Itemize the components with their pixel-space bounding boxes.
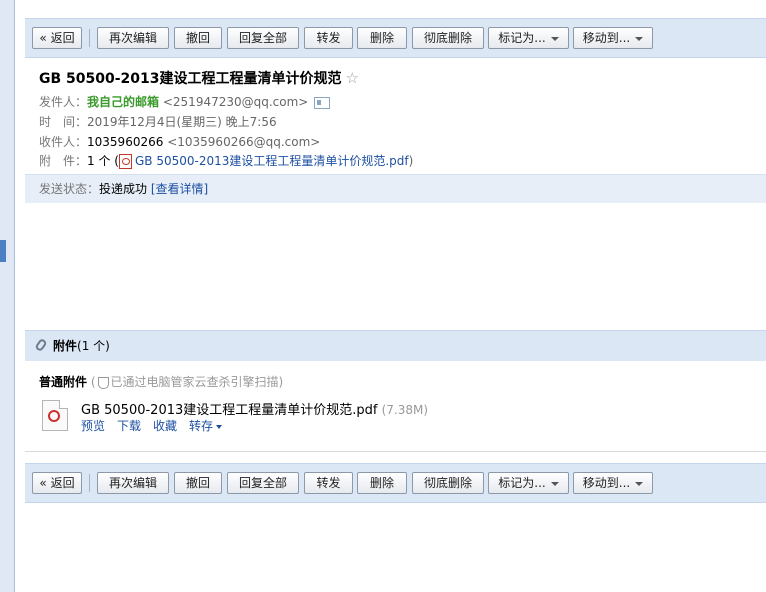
file-name-text: GB 50500-2013建设工程工程量清单计价规范.pdf xyxy=(81,403,378,418)
forward-button[interactable]: 转发 xyxy=(304,27,353,49)
re-edit-button[interactable]: 再次编辑 xyxy=(97,472,169,494)
move-to-dropdown[interactable]: 移动到... xyxy=(573,472,653,494)
chevron-down-icon xyxy=(550,481,559,486)
attachments-header: 附件(1 个) xyxy=(25,330,766,361)
attachment-label: 附 件： xyxy=(39,154,88,168)
preview-link[interactable]: 预览 xyxy=(81,419,105,433)
normal-attachments-title: 普通附件 ( 已通过电脑管家云查杀引擎扫描) xyxy=(39,373,283,390)
top-toolbar: « 返回 再次编辑 撤回 回复全部 转发 删除 彻底删除 标记为... 移动到.… xyxy=(25,18,766,58)
delete-forever-button[interactable]: 彻底删除 xyxy=(412,472,484,494)
time-row: 时 间：2019年12月4日(星期三) 晚上7:56 xyxy=(39,113,277,130)
attachments-title-text: 附件 xyxy=(53,339,78,353)
download-link[interactable]: 下载 xyxy=(117,419,141,433)
sender-row: 发件人：我自己的邮箱 <251947230@qq.com> xyxy=(39,93,331,110)
attachments-title: 附件(1 个) xyxy=(53,331,110,361)
left-panel-tab[interactable] xyxy=(0,240,6,262)
recall-button[interactable]: 撤回 xyxy=(174,27,222,49)
mail-read-pane: « 返回 再次编辑 撤回 回复全部 转发 删除 彻底删除 标记为... 移动到.… xyxy=(25,0,766,592)
scan-note-text: 已通过电脑管家云查杀引擎扫描) xyxy=(110,375,284,389)
recipient-name[interactable]: 1035960266 xyxy=(87,135,163,149)
time-value: 2019年12月4日(星期三) 晚上7:56 xyxy=(87,115,277,129)
back-button[interactable]: « 返回 xyxy=(32,472,82,494)
reply-all-button[interactable]: 回复全部 xyxy=(227,472,299,494)
save-to-link[interactable]: 转存 xyxy=(189,419,223,433)
bottom-toolbar: « 返回 再次编辑 撤回 回复全部 转发 删除 彻底删除 标记为... 移动到.… xyxy=(25,463,766,503)
attachment-file-name: GB 50500-2013建设工程工程量清单计价规范.pdf (7.38M) xyxy=(81,399,428,418)
star-icon[interactable]: ☆ xyxy=(346,69,359,87)
sender-name[interactable]: 我自己的邮箱 xyxy=(87,95,159,109)
forward-button[interactable]: 转发 xyxy=(304,472,353,494)
re-edit-button[interactable]: 再次编辑 xyxy=(97,27,169,49)
scan-note: ( 已通过电脑管家云查杀引擎扫描) xyxy=(91,375,283,389)
paperclip-icon xyxy=(34,337,48,353)
view-details-link[interactable]: [查看详情] xyxy=(151,182,208,196)
chevron-down-icon xyxy=(550,36,559,41)
attachments-body: 普通附件 ( 已通过电脑管家云查杀引擎扫描) GB 50500-2013建设工程工… xyxy=(25,361,766,452)
delete-forever-button[interactable]: 彻底删除 xyxy=(412,27,484,49)
pdf-icon xyxy=(118,154,132,169)
mail-subject: GB 50500-2013建设工程工程量清单计价规范 ☆ xyxy=(39,68,359,88)
file-size: (7.38M) xyxy=(381,403,429,417)
attachment-close-paren: ) xyxy=(408,154,414,168)
mark-as-dropdown[interactable]: 标记为... xyxy=(488,472,569,494)
send-status-bar: 发送状态：投递成功 [查看详情] xyxy=(25,174,766,203)
toolbar-separator xyxy=(89,29,90,47)
delete-button[interactable]: 删除 xyxy=(357,27,407,49)
move-to-label: 移动到... xyxy=(582,31,631,45)
send-status-value: 投递成功 xyxy=(99,182,148,196)
pdf-file-icon[interactable] xyxy=(42,400,68,431)
reply-all-button[interactable]: 回复全部 xyxy=(227,27,299,49)
left-panel-edge xyxy=(0,0,15,592)
send-status-row: 发送状态：投递成功 [查看详情] xyxy=(39,175,208,203)
move-to-dropdown[interactable]: 移动到... xyxy=(573,27,653,49)
contact-card-icon[interactable] xyxy=(314,96,331,109)
subject-text: GB 50500-2013建设工程工程量清单计价规范 xyxy=(39,71,342,87)
move-to-label: 移动到... xyxy=(582,476,631,490)
attachment-count: 1 个 ( xyxy=(87,154,119,168)
mark-as-dropdown[interactable]: 标记为... xyxy=(488,27,569,49)
save-to-label: 转存 xyxy=(189,419,214,433)
normal-attachments-label: 普通附件 xyxy=(39,375,88,389)
back-button[interactable]: « 返回 xyxy=(32,27,82,49)
collect-link[interactable]: 收藏 xyxy=(153,419,177,433)
send-status-label: 发送状态： xyxy=(39,182,100,196)
time-label: 时 间： xyxy=(39,115,88,129)
shield-icon xyxy=(97,376,109,389)
recipient-address: <1035960266@qq.com> xyxy=(167,135,321,149)
attachment-row: 附 件：1 个 ( GB 50500-2013建设工程工程量清单计价规范.pdf) xyxy=(39,152,413,169)
attachments-count: (1 个) xyxy=(77,339,110,353)
delete-button[interactable]: 删除 xyxy=(357,472,407,494)
attachment-actions: 预览 下载 收藏 转存 xyxy=(81,417,223,434)
sender-address: <251947230@qq.com> xyxy=(162,95,309,109)
recall-button[interactable]: 撤回 xyxy=(174,472,222,494)
recipient-label: 收件人： xyxy=(39,135,88,149)
pdf-logo xyxy=(48,410,60,422)
chevron-down-icon xyxy=(635,481,644,486)
mark-as-label: 标记为... xyxy=(498,476,546,490)
attachment-link[interactable]: GB 50500-2013建设工程工程量清单计价规范.pdf xyxy=(135,154,409,168)
chevron-down-icon xyxy=(216,424,223,429)
chevron-down-icon xyxy=(635,36,644,41)
sender-label: 发件人： xyxy=(39,95,88,109)
recipient-row: 收件人：1035960266 <1035960266@qq.com> xyxy=(39,133,320,150)
toolbar-separator xyxy=(89,474,90,492)
scan-note-open: ( xyxy=(90,375,96,389)
mark-as-label: 标记为... xyxy=(498,31,546,45)
